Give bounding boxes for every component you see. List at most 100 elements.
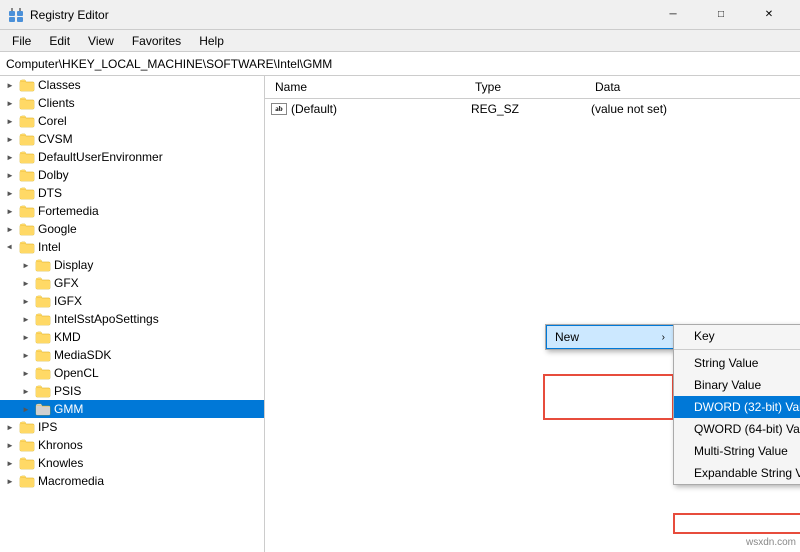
folder-icon <box>19 474 35 488</box>
tree-item-label: Dolby <box>38 168 264 182</box>
maximize-button[interactable]: □ <box>698 5 744 25</box>
tree-item-label: DefaultUserEnvironmer <box>38 150 264 164</box>
tree-item-clients[interactable]: ► Clients <box>0 94 264 112</box>
folder-icon <box>19 78 35 92</box>
tree-expand-arrow: ► <box>20 367 32 379</box>
menu-item-file[interactable]: File <box>4 32 39 50</box>
tree-item-khronos[interactable]: ► Khronos <box>0 436 264 454</box>
folder-icon <box>19 186 35 200</box>
folder-icon <box>35 294 51 308</box>
folder-icon <box>35 258 51 272</box>
menu-item-help[interactable]: Help <box>191 32 232 50</box>
tree-item-label: Classes <box>38 78 264 92</box>
tree-expand-arrow: ► <box>20 331 32 343</box>
submenu-item-multi-string-value[interactable]: Multi-String Value <box>674 440 800 462</box>
tree-item-label: Intel <box>38 240 264 254</box>
menu-item-favorites[interactable]: Favorites <box>124 32 189 50</box>
menu-bar: FileEditViewFavoritesHelp <box>0 30 800 52</box>
tree-expand-arrow: ► <box>4 151 16 163</box>
tree-item-fortemedia[interactable]: ► Fortemedia <box>0 202 264 220</box>
tree-item-classes[interactable]: ► Classes <box>0 76 264 94</box>
tree-item-dts[interactable]: ► DTS <box>0 184 264 202</box>
folder-icon <box>19 222 35 236</box>
tree-expand-arrow: ► <box>20 277 32 289</box>
submenu-item-expandable-string-value[interactable]: Expandable String Value <box>674 462 800 484</box>
submenu[interactable]: Key String ValueBinary ValueDWORD (32-bit… <box>673 324 800 485</box>
folder-icon <box>35 312 51 326</box>
main-area: ► Classes► Clients► Corel► CVSM► Default… <box>0 76 800 552</box>
tree-item-knowles[interactable]: ► Knowles <box>0 454 264 472</box>
tree-item-gfx[interactable]: ► GFX <box>0 274 264 292</box>
tree-item-psis[interactable]: ► PSIS <box>0 382 264 400</box>
tree-item-display[interactable]: ► Display <box>0 256 264 274</box>
tree-item-label: KMD <box>54 330 264 344</box>
tree-item-mediasdk[interactable]: ► MediaSDK <box>0 346 264 364</box>
submenu-item-dword--32-bit--value[interactable]: DWORD (32-bit) Value <box>674 396 800 418</box>
tree-item-label: GMM <box>54 402 264 416</box>
tree-expand-arrow: ► <box>4 79 16 91</box>
context-overlay: New › Key String ValueBinary ValueDWORD (… <box>265 76 800 552</box>
tree-item-opencl[interactable]: ► OpenCL <box>0 364 264 382</box>
tree-panel[interactable]: ► Classes► Clients► Corel► CVSM► Default… <box>0 76 265 552</box>
tree-item-ips[interactable]: ► IPS <box>0 418 264 436</box>
tree-item-gmm[interactable]: ► GMM <box>0 400 264 418</box>
new-submenu-highlight <box>543 374 674 420</box>
folder-icon <box>19 150 35 164</box>
submenu-item-key[interactable]: Key <box>674 325 800 347</box>
folder-icon <box>19 96 35 110</box>
tree-item-label: OpenCL <box>54 366 264 380</box>
context-menu-new[interactable]: New › <box>546 325 674 349</box>
tree-expand-arrow: ► <box>4 457 16 469</box>
address-path[interactable]: Computer\HKEY_LOCAL_MACHINE\SOFTWARE\Int… <box>6 57 794 71</box>
tree-item-label: Knowles <box>38 456 264 470</box>
tree-item-igfx[interactable]: ► IGFX <box>0 292 264 310</box>
submenu-item-string-value[interactable]: String Value <box>674 352 800 374</box>
address-bar: Computer\HKEY_LOCAL_MACHINE\SOFTWARE\Int… <box>0 52 800 76</box>
tree-item-cvsm[interactable]: ► CVSM <box>0 130 264 148</box>
tree-expand-arrow: ► <box>20 403 32 415</box>
tree-item-dolby[interactable]: ► Dolby <box>0 166 264 184</box>
window-controls: ─ □ ✕ <box>650 5 792 25</box>
folder-icon <box>19 438 35 452</box>
tree-item-kmd[interactable]: ► KMD <box>0 328 264 346</box>
new-label: New <box>555 330 579 344</box>
tree-item-label: CVSM <box>38 132 264 146</box>
tree-expand-arrow: ► <box>4 133 16 145</box>
folder-icon <box>19 456 35 470</box>
tree-expand-arrow: ► <box>4 439 16 451</box>
tree-item-label: Fortemedia <box>38 204 264 218</box>
tree-expand-arrow: ► <box>20 313 32 325</box>
tree-item-macromedia[interactable]: ► Macromedia <box>0 472 264 490</box>
tree-expand-arrow: ► <box>20 259 32 271</box>
folder-icon <box>19 204 35 218</box>
submenu-item-qword--64-bit--value[interactable]: QWORD (64-bit) Value <box>674 418 800 440</box>
submenu-arrow-icon: › <box>662 332 665 343</box>
dword-highlight-box <box>673 513 800 534</box>
tree-expand-arrow: ► <box>20 295 32 307</box>
folder-icon <box>35 384 51 398</box>
content-panel[interactable]: Name Type Data ab (Default) REG_SZ (valu… <box>265 76 800 552</box>
folder-icon <box>35 366 51 380</box>
folder-icon <box>35 276 51 290</box>
submenu-separator <box>674 349 800 350</box>
tree-item-label: MediaSDK <box>54 348 264 362</box>
context-menu[interactable]: New › <box>545 324 675 350</box>
submenu-item-binary-value[interactable]: Binary Value <box>674 374 800 396</box>
folder-icon <box>19 114 35 128</box>
tree-item-corel[interactable]: ► Corel <box>0 112 264 130</box>
minimize-button[interactable]: ─ <box>650 5 696 25</box>
folder-icon <box>19 240 35 254</box>
tree-expand-arrow: ► <box>20 349 32 361</box>
tree-expand-arrow: ► <box>4 97 16 109</box>
folder-icon <box>19 420 35 434</box>
tree-item-intel[interactable]: ▼ Intel <box>0 238 264 256</box>
close-button[interactable]: ✕ <box>746 5 792 25</box>
tree-item-label: IntelSstApoSettings <box>54 312 264 326</box>
folder-icon <box>35 348 51 362</box>
tree-expand-arrow: ► <box>4 169 16 181</box>
tree-item-intelsstaposettings[interactable]: ► IntelSstApoSettings <box>0 310 264 328</box>
menu-item-view[interactable]: View <box>80 32 122 50</box>
tree-item-defaultuserenvironmer[interactable]: ► DefaultUserEnvironmer <box>0 148 264 166</box>
tree-item-google[interactable]: ► Google <box>0 220 264 238</box>
menu-item-edit[interactable]: Edit <box>41 32 78 50</box>
